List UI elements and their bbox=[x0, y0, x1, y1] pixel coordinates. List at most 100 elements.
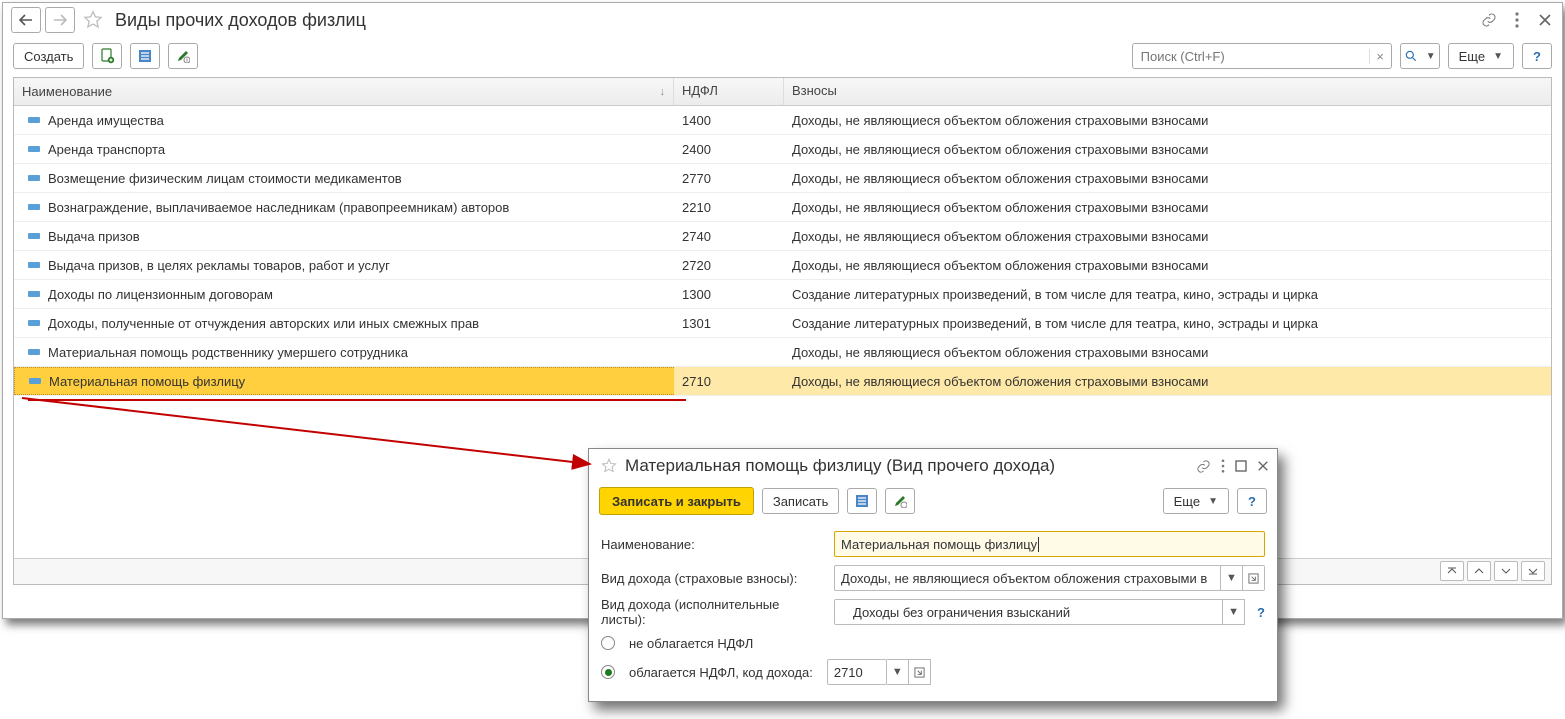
more-label: Еще bbox=[1459, 49, 1485, 64]
more-button[interactable]: Еще▼ bbox=[1448, 43, 1514, 69]
item-icon bbox=[28, 117, 40, 123]
table-row[interactable]: Выдача призов, в целях рекламы товаров, … bbox=[14, 251, 1551, 280]
dialog-toolbar: Записать и закрыть Записать Еще▼ ? bbox=[589, 483, 1277, 523]
item-icon bbox=[29, 378, 41, 384]
forward-button[interactable] bbox=[45, 7, 75, 33]
row-name: Доходы по лицензионным договорам bbox=[48, 287, 273, 302]
row-name: Материальная помощь физлицу bbox=[49, 374, 245, 389]
field-help-icon[interactable]: ? bbox=[1257, 605, 1265, 620]
column-header-ndfl[interactable]: НДФЛ bbox=[674, 78, 784, 105]
dropdown-button[interactable]: ▼ bbox=[887, 659, 909, 685]
dialog-body: Наименование: Материальная помощь физлиц… bbox=[589, 523, 1277, 701]
row-vz: Доходы, не являющиеся объектом обложения… bbox=[784, 229, 1551, 244]
page-title: Виды прочих доходов физлиц bbox=[115, 10, 366, 31]
table-row[interactable]: Вознаграждение, выплачиваемое наследника… bbox=[14, 193, 1551, 222]
search-field[interactable]: × bbox=[1132, 43, 1392, 69]
vz-select[interactable]: Доходы, не являющиеся объектом обложения… bbox=[834, 565, 1221, 591]
create-label: Создать bbox=[24, 49, 73, 64]
row-name: Аренда имущества bbox=[48, 113, 164, 128]
help-button[interactable]: ? bbox=[1522, 43, 1552, 69]
table-row[interactable]: Возмещение физическим лицам стоимости ме… bbox=[14, 164, 1551, 193]
table-row[interactable]: Доходы, полученные от отчуждения авторск… bbox=[14, 309, 1551, 338]
row-vz: Создание литературных произведений, в то… bbox=[784, 287, 1551, 302]
il-field-label: Вид дохода (исполнительные листы): bbox=[601, 597, 826, 627]
row-ndfl: 2710 bbox=[674, 374, 784, 389]
column-header-name[interactable]: Наименование ↓ bbox=[14, 78, 674, 105]
scroll-top-button[interactable] bbox=[1440, 561, 1464, 581]
chevron-down-icon: ▼ bbox=[1208, 496, 1218, 507]
favorite-star-icon[interactable] bbox=[83, 10, 103, 30]
list-button[interactable] bbox=[847, 488, 877, 514]
row-vz: Доходы, не являющиеся объектом обложения… bbox=[784, 374, 1551, 389]
radio-yes-ndfl[interactable] bbox=[601, 665, 615, 679]
dialog-window: Материальная помощь физлицу (Вид прочего… bbox=[588, 448, 1278, 702]
vz-field-label: Вид дохода (страховые взносы): bbox=[601, 571, 826, 586]
close-icon[interactable] bbox=[1536, 11, 1554, 29]
favorite-star-icon[interactable] bbox=[601, 458, 617, 474]
radio-yes-label: облагается НДФЛ, код дохода: bbox=[629, 665, 813, 680]
clear-search-icon[interactable]: × bbox=[1369, 49, 1391, 64]
row-vz: Создание литературных произведений, в то… bbox=[784, 316, 1551, 331]
save-button[interactable]: Записать bbox=[762, 488, 840, 514]
grid-header: Наименование ↓ НДФЛ Взносы bbox=[14, 78, 1551, 106]
dropdown-button[interactable]: ▼ bbox=[1221, 565, 1243, 591]
scroll-up-button[interactable] bbox=[1467, 561, 1491, 581]
radio-no-ndfl[interactable] bbox=[601, 636, 615, 650]
name-input[interactable]: Материальная помощь физлицу bbox=[834, 531, 1265, 557]
create-button[interactable]: Создать bbox=[13, 43, 84, 69]
column-header-vz[interactable]: Взносы bbox=[784, 78, 1551, 105]
table-row[interactable]: Материальная помощь родственнику умершег… bbox=[14, 338, 1551, 367]
save-close-label: Записать и закрыть bbox=[612, 494, 741, 509]
copy-button[interactable] bbox=[92, 43, 122, 69]
row-vz: Доходы, не являющиеся объектом обложения… bbox=[784, 142, 1551, 157]
table-row[interactable]: Выдача призов2740Доходы, не являющиеся о… bbox=[14, 222, 1551, 251]
row-vz: Доходы, не являющиеся объектом обложения… bbox=[784, 200, 1551, 215]
text-cursor bbox=[1038, 537, 1039, 552]
row-ndfl: 2400 bbox=[674, 142, 784, 157]
scroll-down-button[interactable] bbox=[1494, 561, 1518, 581]
row-ndfl: 2720 bbox=[674, 258, 784, 273]
table-row[interactable]: Аренда транспорта2400Доходы, не являющие… bbox=[14, 135, 1551, 164]
row-ndfl: 2740 bbox=[674, 229, 784, 244]
maximize-icon[interactable] bbox=[1235, 460, 1247, 472]
search-dropdown-button[interactable]: ▼ bbox=[1400, 43, 1440, 69]
close-icon[interactable] bbox=[1257, 460, 1269, 472]
open-button[interactable] bbox=[1243, 565, 1265, 591]
dialog-title: Материальная помощь физлицу (Вид прочего… bbox=[625, 456, 1055, 476]
search-input[interactable] bbox=[1133, 49, 1369, 64]
edit-button[interactable] bbox=[168, 43, 198, 69]
link-icon[interactable] bbox=[1480, 11, 1498, 29]
back-button[interactable] bbox=[11, 7, 41, 33]
kebab-menu-icon[interactable] bbox=[1221, 459, 1225, 473]
row-vz: Доходы, не являющиеся объектом обложения… bbox=[784, 113, 1551, 128]
toolbar: Создать × ▼ Еще▼ ? bbox=[3, 37, 1562, 75]
il-select[interactable]: Доходы без ограничения взысканий bbox=[834, 599, 1223, 625]
ndfl-code-input[interactable]: 2710 bbox=[827, 659, 887, 685]
link-icon[interactable] bbox=[1196, 459, 1211, 474]
help-button[interactable]: ? bbox=[1237, 488, 1267, 514]
dropdown-button[interactable]: ▼ bbox=[1223, 599, 1245, 625]
column-name-label: Наименование bbox=[22, 84, 112, 99]
row-vz: Доходы, не являющиеся объектом обложения… bbox=[784, 258, 1551, 273]
dialog-titlebar: Материальная помощь физлицу (Вид прочего… bbox=[589, 449, 1277, 483]
scroll-bottom-button[interactable] bbox=[1521, 561, 1545, 581]
table-row[interactable]: Материальная помощь физлицу 2710Доходы, н… bbox=[14, 367, 1551, 396]
save-label: Записать bbox=[773, 494, 829, 509]
column-ndfl-label: НДФЛ bbox=[682, 83, 718, 98]
row-ndfl: 1300 bbox=[674, 287, 784, 302]
edit-button[interactable] bbox=[885, 488, 915, 514]
table-row[interactable]: Аренда имущества1400Доходы, не являющиес… bbox=[14, 106, 1551, 135]
open-button[interactable] bbox=[909, 659, 931, 685]
more-button[interactable]: Еще▼ bbox=[1163, 488, 1229, 514]
column-vz-label: Взносы bbox=[792, 83, 837, 98]
list-button[interactable] bbox=[130, 43, 160, 69]
kebab-menu-icon[interactable] bbox=[1508, 11, 1526, 29]
item-icon bbox=[28, 175, 40, 181]
row-name: Материальная помощь родственнику умершег… bbox=[48, 345, 408, 360]
table-row[interactable]: Доходы по лицензионным договорам 1300Созд… bbox=[14, 280, 1551, 309]
save-and-close-button[interactable]: Записать и закрыть bbox=[599, 487, 754, 515]
row-name: Возмещение физическим лицам стоимости ме… bbox=[48, 171, 402, 186]
row-vz: Доходы, не являющиеся объектом обложения… bbox=[784, 171, 1551, 186]
chevron-down-icon: ▼ bbox=[1426, 51, 1436, 62]
annotation-underline bbox=[28, 399, 686, 401]
